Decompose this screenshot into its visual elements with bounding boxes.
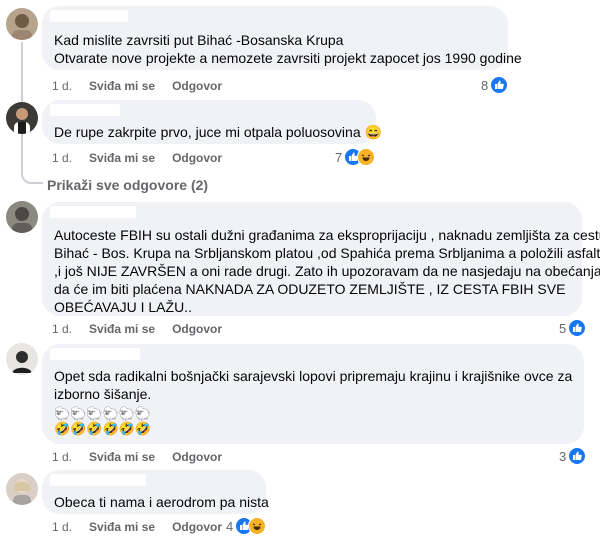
reaction-summary[interactable]: 7 (335, 148, 376, 166)
comment-bubble: Obeca ti nama i aerodrom pa nista (42, 470, 269, 514)
view-more-replies-link[interactable]: Prikaži sve odgovore (2) (47, 177, 208, 193)
haha-icon (248, 517, 267, 535)
reaction-count: 5 (559, 320, 567, 336)
like-button[interactable]: Sviđa mi se (89, 151, 155, 165)
reply-button[interactable]: Odgovor (172, 322, 222, 336)
like-button[interactable]: Sviđa mi se (89, 322, 155, 336)
reaction-count: 4 (226, 518, 234, 534)
comment-bubble: Autoceste FBIH su ostali dužni građanima… (42, 202, 600, 316)
reaction-summary[interactable]: 5 (559, 319, 587, 337)
reply-button[interactable]: Odgovor (172, 79, 222, 93)
comment-text: Otvarate nove projekte a nemozete zavrsi… (54, 50, 522, 66)
comment-actions: 1 d. Sviđa mi se Odgovor (52, 450, 222, 464)
reaction-summary[interactable]: 3 (559, 447, 587, 465)
laughing-emoji-line: 🤣🤣🤣🤣🤣🤣 (54, 421, 152, 436)
timestamp[interactable]: 1 d. (52, 151, 72, 165)
avatar[interactable] (6, 343, 38, 375)
author-name-redacted[interactable] (50, 348, 140, 360)
comment-text: Obeca ti nama i aerodrom pa nista (54, 494, 269, 510)
like-icon (490, 76, 509, 94)
comment-text: De rupe zakrpite prvo, juce mi otpala po… (54, 124, 382, 140)
reaction-count: 3 (559, 448, 567, 464)
comment-text: da će im biti plaćena NAKNADA ZA ODUZETO… (54, 281, 566, 297)
comment-bubble: Kad mislite zavrsiti put Bihać -Bosanska… (42, 6, 522, 70)
like-button[interactable]: Sviđa mi se (89, 450, 155, 464)
comment-text: Bihać - Bos. Krupa na Srbljanskom platou… (54, 245, 600, 261)
reaction-count: 8 (481, 77, 489, 93)
reaction-summary[interactable]: 8 (481, 76, 509, 94)
author-name-redacted[interactable] (50, 474, 146, 486)
reply-button[interactable]: Odgovor (172, 151, 222, 165)
like-icon (568, 447, 587, 465)
timestamp[interactable]: 1 d. (52, 520, 72, 534)
timestamp[interactable]: 1 d. (52, 322, 72, 336)
sheep-emoji-line: 🐑🐑🐑🐑🐑🐑 (54, 406, 152, 421)
comment-actions: 1 d. Sviđa mi se Odgovor (52, 520, 222, 534)
comment-text: ,i još NIJE ZAVRŠEN a oni rade drugi. Za… (54, 263, 600, 279)
comment-text: OBEĆAVAJU I LAŽU.. (54, 299, 192, 315)
like-button[interactable]: Sviđa mi se (89, 520, 155, 534)
timestamp[interactable]: 1 d. (52, 450, 72, 464)
comment-bubble: De rupe zakrpite prvo, juce mi otpala po… (42, 100, 382, 144)
comment-actions: 1 d. Sviđa mi se Odgovor (52, 322, 222, 336)
author-name-redacted[interactable] (50, 10, 128, 22)
reaction-count: 7 (335, 149, 343, 165)
comment-bubble: Opet sda radikalni bošnjački sarajevski … (42, 344, 584, 444)
timestamp[interactable]: 1 d. (52, 79, 72, 93)
reaction-summary[interactable]: 4 (226, 517, 267, 535)
avatar[interactable] (6, 102, 38, 134)
like-button[interactable]: Sviđa mi se (89, 79, 155, 93)
haha-icon (357, 148, 376, 166)
comment-actions: 1 d. Sviđa mi se Odgovor (52, 79, 222, 93)
comment-text: Autoceste FBIH su ostali dužni građanima… (54, 227, 600, 243)
comment-text: Kad mislite zavrsiti put Bihać -Bosanska… (54, 32, 344, 48)
author-name-redacted[interactable] (50, 206, 136, 218)
like-icon (568, 319, 587, 337)
avatar[interactable] (6, 201, 38, 233)
reply-button[interactable]: Odgovor (172, 450, 222, 464)
comment-text: izborno šišanje. (54, 386, 152, 402)
avatar[interactable] (6, 473, 38, 505)
reply-button[interactable]: Odgovor (172, 520, 222, 534)
avatar[interactable] (6, 8, 38, 40)
author-name-redacted[interactable] (50, 104, 120, 116)
thread-curve (21, 170, 43, 184)
comment-actions: 1 d. Sviđa mi se Odgovor (52, 151, 222, 165)
comment-text: Opet sda radikalni bošnjački sarajevski … (54, 368, 573, 384)
